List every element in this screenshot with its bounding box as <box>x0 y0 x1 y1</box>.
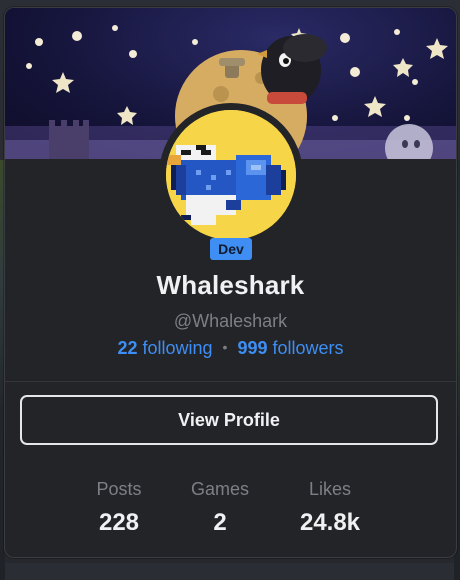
separator-dot: • <box>223 339 228 355</box>
stat-games: Games 2 <box>160 479 280 537</box>
pixel-whaleshark-avatar-icon <box>166 110 296 240</box>
followers-count: 999 <box>237 338 267 358</box>
view-profile-button[interactable]: View Profile <box>20 395 438 445</box>
avatar[interactable] <box>166 110 296 240</box>
stat-value: 2 <box>160 509 280 537</box>
following-count: 22 <box>117 338 137 358</box>
followers-label: followers <box>273 338 344 358</box>
dev-badge: Dev <box>210 238 252 260</box>
display-name: Whaleshark <box>5 270 456 301</box>
user-handle: @Whaleshark <box>5 311 456 332</box>
following-link[interactable]: 22 following <box>117 338 212 358</box>
stat-label: Games <box>160 479 280 503</box>
divider <box>5 381 456 382</box>
follow-stats: 22 following • 999 followers <box>5 338 456 359</box>
avatar-ring <box>159 103 303 247</box>
followers-link[interactable]: 999 followers <box>237 338 343 358</box>
stat-label: Likes <box>270 479 390 503</box>
stat-likes: Likes 24.8k <box>270 479 390 537</box>
profile-popover-card: Dev Whaleshark @Whaleshark 22 following •… <box>4 7 457 558</box>
following-label: following <box>143 338 213 358</box>
stat-value: 24.8k <box>270 509 390 537</box>
